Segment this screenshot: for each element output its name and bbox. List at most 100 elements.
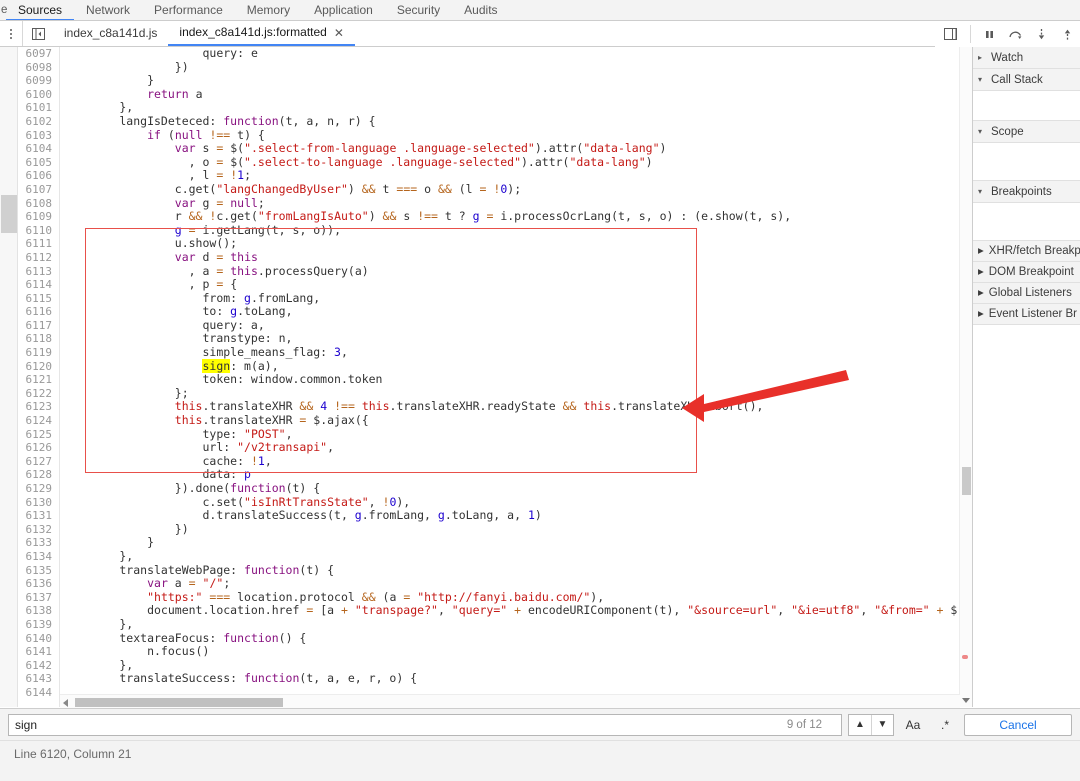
tab-performance[interactable]: Performance <box>142 0 235 20</box>
sidebar-item-dom-breakpoints[interactable]: ▸ DOM Breakpoint <box>973 262 1080 283</box>
line-number[interactable]: 6140 <box>18 632 59 646</box>
code-line[interactable]: langIsDeteced: function(t, a, n, r) { <box>60 114 960 129</box>
code-line[interactable]: cache: !1, <box>60 454 960 469</box>
sidebar-item-global-listeners[interactable]: ▸ Global Listeners <box>973 283 1080 304</box>
close-icon[interactable]: ✕ <box>334 27 344 39</box>
line-number[interactable]: 6111 <box>18 237 59 251</box>
line-number[interactable]: 6099 <box>18 74 59 88</box>
tab-audits[interactable]: Audits <box>452 0 509 20</box>
code-line[interactable]: simple_means_flag: 3, <box>60 345 960 360</box>
code-line[interactable]: }).done(function(t) { <box>60 481 960 496</box>
line-number[interactable]: 6125 <box>18 428 59 442</box>
match-case-toggle[interactable]: Aa <box>900 714 926 736</box>
line-number[interactable]: 6131 <box>18 509 59 523</box>
line-number[interactable]: 6109 <box>18 210 59 224</box>
code-line[interactable]: c.get("langChangedByUser") && t === o &&… <box>60 182 960 197</box>
line-number[interactable]: 6128 <box>18 468 59 482</box>
code-line[interactable]: translateSuccess: function(t, a, e, r, o… <box>60 672 960 686</box>
line-number[interactable]: 6107 <box>18 183 59 197</box>
line-number[interactable]: 6137 <box>18 591 59 605</box>
code-line[interactable]: }; <box>60 386 960 401</box>
line-number[interactable]: 6142 <box>18 659 59 673</box>
line-number[interactable]: 6129 <box>18 482 59 496</box>
code-line[interactable]: query: e <box>60 47 960 61</box>
scroll-left-arrow-icon[interactable] <box>63 699 68 707</box>
sidebar-item-xhr-fetch-breakpoints[interactable]: ▸ XHR/fetch Breakp <box>973 241 1080 262</box>
code-line[interactable]: }) <box>60 522 960 537</box>
line-number[interactable]: 6139 <box>18 618 59 632</box>
file-tab-index-formatted[interactable]: index_c8a141d.js:formatted ✕ <box>168 21 355 46</box>
step-out-button[interactable] <box>1054 21 1080 47</box>
regex-toggle[interactable]: .* <box>932 714 958 736</box>
line-number[interactable]: 6136 <box>18 577 59 591</box>
cancel-button[interactable]: Cancel <box>964 713 1072 736</box>
line-number[interactable]: 6143 <box>18 672 59 686</box>
code-line[interactable]: "https:" === location.protocol && (a = "… <box>60 590 960 605</box>
code-line[interactable]: u.show(); <box>60 237 960 251</box>
search-next-button[interactable]: ▼ <box>871 714 893 735</box>
code-line[interactable]: g = i.getLang(t, s, o)), <box>60 223 960 238</box>
scroll-down-arrow-icon[interactable] <box>962 698 970 703</box>
line-number[interactable]: 6127 <box>18 455 59 469</box>
code-line[interactable]: translateWebPage: function(t) { <box>60 563 960 578</box>
line-number[interactable]: 6119 <box>18 346 59 360</box>
line-number[interactable]: 6144 <box>18 686 59 700</box>
line-number[interactable]: 6116 <box>18 305 59 319</box>
horizontal-scroll-thumb[interactable] <box>75 698 283 707</box>
line-number[interactable]: 6134 <box>18 550 59 564</box>
line-number[interactable]: 6114 <box>18 278 59 292</box>
code-line[interactable]: , a = this.processQuery(a) <box>60 264 960 279</box>
line-number[interactable]: 6141 <box>18 645 59 659</box>
pause-resume-button[interactable] <box>976 21 1002 47</box>
sidebar-section-breakpoints[interactable]: ▾ Breakpoints <box>973 181 1080 203</box>
line-number[interactable]: 6118 <box>18 332 59 346</box>
vertical-scroll-thumb[interactable] <box>962 467 971 495</box>
code-line[interactable]: , p = { <box>60 277 960 292</box>
code-content[interactable]: query: e }) } return a }, langIsDeteced:… <box>60 47 960 707</box>
code-line[interactable]: if (null !== t) { <box>60 128 960 143</box>
code-line[interactable]: }, <box>60 549 960 564</box>
line-number[interactable]: 6100 <box>18 88 59 102</box>
line-number[interactable]: 6106 <box>18 169 59 183</box>
search-input[interactable] <box>8 713 842 736</box>
code-line[interactable]: }, <box>60 101 960 115</box>
code-line[interactable]: } <box>60 73 960 88</box>
line-number[interactable]: 6103 <box>18 129 59 143</box>
line-number[interactable]: 6122 <box>18 387 59 401</box>
code-line[interactable]: document.location.href = [a + "transpage… <box>60 604 960 618</box>
line-number[interactable]: 6130 <box>18 496 59 510</box>
line-number[interactable]: 6117 <box>18 319 59 333</box>
more-vertical-icon[interactable] <box>0 21 22 46</box>
code-line[interactable]: data: p <box>60 468 960 482</box>
code-line[interactable]: type: "POST", <box>60 427 960 442</box>
code-line[interactable]: var g = null; <box>60 196 960 211</box>
line-number[interactable]: 6113 <box>18 265 59 279</box>
editor-outer-rail[interactable] <box>0 47 18 707</box>
code-line[interactable]: query: a, <box>60 318 960 333</box>
code-line[interactable]: var s = $(".select-from-language .langua… <box>60 141 960 156</box>
code-line[interactable]: n.focus() <box>60 644 960 659</box>
code-line[interactable]: }, <box>60 658 960 673</box>
code-line[interactable]: from: g.fromLang, <box>60 291 960 306</box>
tab-application[interactable]: Application <box>302 0 385 20</box>
code-line[interactable]: d.translateSuccess(t, g.fromLang, g.toLa… <box>60 508 960 523</box>
show-navigator-icon[interactable] <box>23 21 53 46</box>
show-debugger-sidebar-icon[interactable] <box>935 22 965 47</box>
code-line[interactable]: textareaFocus: function() { <box>60 631 960 646</box>
line-number[interactable]: 6115 <box>18 292 59 306</box>
code-line[interactable]: r && !c.get("fromLangIsAuto") && s !== t… <box>60 209 960 224</box>
line-number[interactable]: 6124 <box>18 414 59 428</box>
code-line[interactable]: , l = !1; <box>60 169 960 183</box>
code-line[interactable]: sign: m(a), <box>60 358 960 374</box>
code-line[interactable]: url: "/v2transapi", <box>60 440 960 455</box>
tab-network[interactable]: Network <box>74 0 142 20</box>
line-number[interactable]: 6102 <box>18 115 59 129</box>
line-number[interactable]: 6104 <box>18 142 59 156</box>
code-line[interactable]: this.translateXHR && 4 !== this.translat… <box>60 400 960 414</box>
code-line[interactable]: to: g.toLang, <box>60 304 960 319</box>
step-over-button[interactable] <box>1002 21 1028 47</box>
tab-security[interactable]: Security <box>385 0 452 20</box>
line-number[interactable]: 6123 <box>18 400 59 414</box>
line-number[interactable]: 6121 <box>18 373 59 387</box>
line-number[interactable]: 6132 <box>18 523 59 537</box>
